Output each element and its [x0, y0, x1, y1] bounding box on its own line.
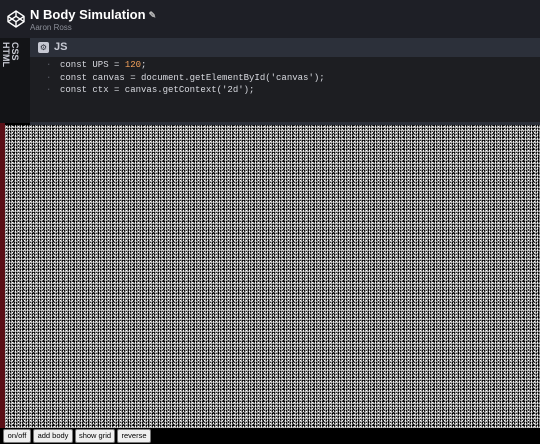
- code-content[interactable]: · const UPS = 120; · const canvas = docume…: [30, 59, 540, 97]
- editor-side-tabs: CSS HTML: [0, 38, 30, 123]
- author-name[interactable]: Aaron Ross: [30, 23, 156, 33]
- js-editor[interactable]: ⚙ JS · const UPS = 120; · const canvas = d…: [30, 38, 540, 125]
- gutter-marker: ·: [46, 72, 52, 83]
- code-number: 120: [124, 60, 142, 70]
- pen-title-text: N Body Simulation: [30, 7, 146, 22]
- pen-header: N Body Simulation ✎ Aaron Ross: [0, 0, 540, 38]
- code-line: · const UPS = 120;: [30, 59, 540, 72]
- reverse-button[interactable]: reverse: [117, 429, 151, 443]
- pencil-icon[interactable]: ✎: [149, 8, 157, 23]
- code-text: ;: [141, 60, 147, 70]
- editor-header: ⚙ JS: [30, 38, 540, 57]
- code-line: · const ctx = canvas.getContext('2d');: [30, 84, 540, 97]
- code-text: const UPS =: [60, 60, 125, 70]
- code-text: const ctx = canvas.getContext('2d');: [60, 85, 255, 95]
- editor-resize-bar[interactable]: [30, 106, 540, 125]
- gutter-marker: ·: [46, 85, 52, 95]
- editor-language-label: JS: [54, 41, 68, 53]
- add-body-button[interactable]: add body: [33, 429, 73, 443]
- code-line: · const canvas = document.getElementById(…: [30, 72, 540, 85]
- control-bar: on/off add body show grid reverse: [0, 428, 540, 444]
- gear-icon[interactable]: ⚙: [38, 42, 49, 53]
- show-grid-button[interactable]: show grid: [75, 429, 115, 443]
- tab-css[interactable]: CSS: [10, 42, 20, 61]
- tab-html[interactable]: HTML: [1, 42, 11, 67]
- on-off-button[interactable]: on/off: [3, 429, 31, 443]
- simulation-canvas[interactable]: [5, 125, 540, 428]
- code-text: const canvas = document.getElementById('…: [60, 72, 325, 83]
- pen-title[interactable]: N Body Simulation ✎: [30, 7, 156, 23]
- gutter-marker: ·: [46, 60, 52, 70]
- codepen-logo-icon[interactable]: [6, 9, 26, 29]
